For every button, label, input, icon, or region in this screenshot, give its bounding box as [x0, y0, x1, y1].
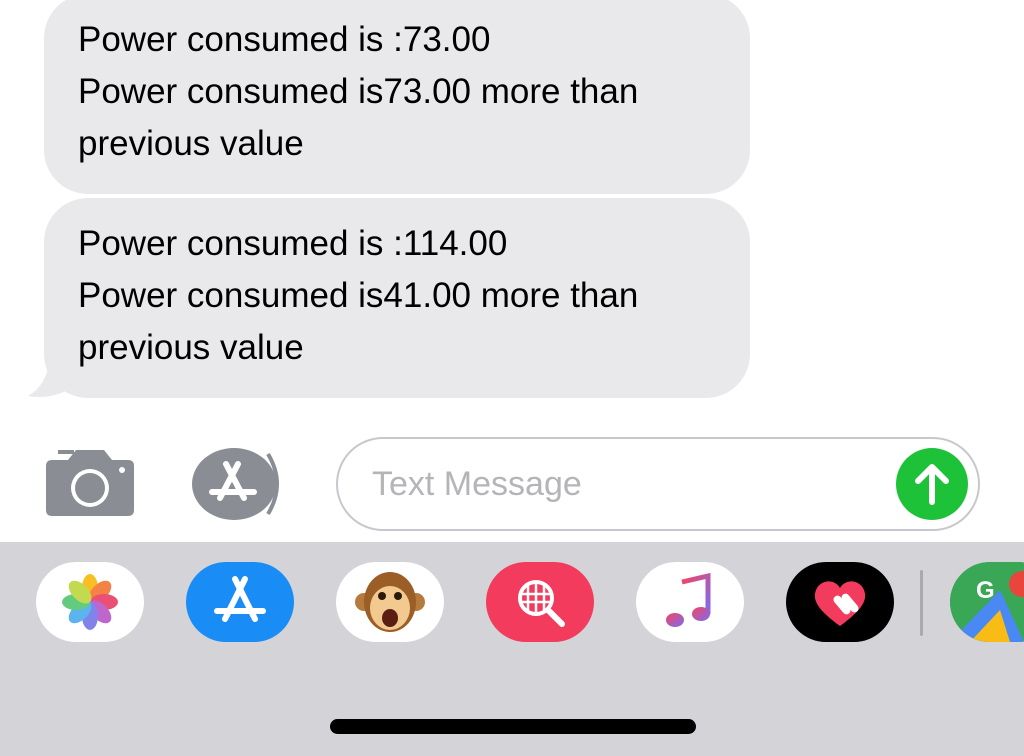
text-message-input[interactable]	[372, 459, 872, 509]
messages-screen: Power consumed is :73.00 Power consumed …	[0, 0, 1024, 756]
app-drawer: G	[0, 542, 1024, 756]
images-search-app-button[interactable]	[486, 562, 594, 642]
message-line: Power consumed is :114.00	[78, 224, 508, 263]
photos-app-button[interactable]	[36, 562, 144, 642]
heart-touch-icon	[814, 581, 866, 626]
monkey-face-icon	[355, 572, 425, 632]
message-line: Power consumed is73.00 more than previou…	[78, 72, 639, 163]
music-app-button[interactable]	[636, 562, 744, 642]
digital-touch-app-button[interactable]	[786, 562, 894, 642]
music-note-icon	[666, 572, 711, 627]
app-store-icon[interactable]	[190, 446, 290, 522]
camera-icon[interactable]	[44, 448, 136, 518]
arrow-up-icon	[915, 464, 949, 505]
message-line: Power consumed is :73.00	[78, 20, 491, 59]
photos-icon	[62, 574, 118, 630]
bubble-tail	[28, 360, 68, 398]
message-bubble[interactable]: Power consumed is :114.00 Power consumed…	[44, 198, 750, 398]
maps-icon: G	[950, 562, 1024, 642]
maps-label: G	[976, 577, 995, 604]
app-store-icon	[214, 576, 266, 622]
app-store-app-button[interactable]	[186, 562, 294, 642]
message-bubble[interactable]: Power consumed is :73.00 Power consumed …	[44, 0, 750, 194]
drawer-divider	[920, 570, 923, 636]
message-line: Power consumed is41.00 more than previou…	[78, 276, 639, 367]
google-maps-app-button[interactable]: G	[950, 562, 1024, 642]
animoji-app-button[interactable]	[336, 562, 444, 642]
message-field[interactable]	[336, 437, 980, 531]
home-indicator[interactable]	[330, 719, 696, 734]
send-button[interactable]	[896, 448, 968, 520]
globe-search-icon	[518, 580, 565, 627]
